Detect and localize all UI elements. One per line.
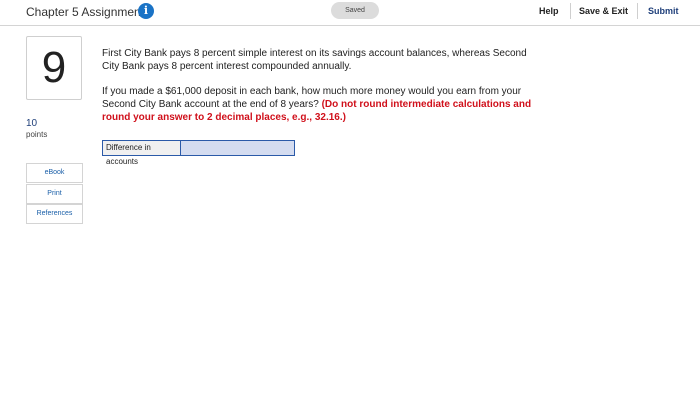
saved-status-badge: Saved (331, 2, 379, 19)
top-bar: Chapter 5 Assignment i Saved Help Save &… (0, 0, 700, 26)
ebook-button[interactable]: eBook (26, 163, 83, 183)
answer-input-wrap (181, 141, 294, 155)
points-value: 10 (26, 118, 38, 129)
points-label: points (26, 130, 48, 139)
difference-input[interactable] (181, 141, 294, 155)
answer-row: Difference in accounts (102, 140, 295, 166)
help-link[interactable]: Help (539, 5, 559, 17)
info-icon[interactable]: i (138, 3, 154, 19)
references-button[interactable]: References (26, 204, 83, 224)
question-paragraph-1: First City Bank pays 8 percent simple in… (102, 48, 527, 72)
question-number: 9 (26, 36, 82, 100)
answer-label: Difference in accounts (103, 141, 181, 166)
print-button[interactable]: Print (26, 184, 83, 204)
question-paragraph-2: If you made a $61,000 deposit in each ba… (102, 85, 534, 124)
save-exit-link[interactable]: Save & Exit (579, 5, 628, 17)
nav-divider (637, 3, 638, 19)
assignment-title: Chapter 5 Assignment (26, 5, 145, 19)
question-text: First City Bank pays 8 percent simple in… (102, 47, 534, 136)
nav-divider (570, 3, 571, 19)
submit-link[interactable]: Submit (648, 5, 679, 17)
